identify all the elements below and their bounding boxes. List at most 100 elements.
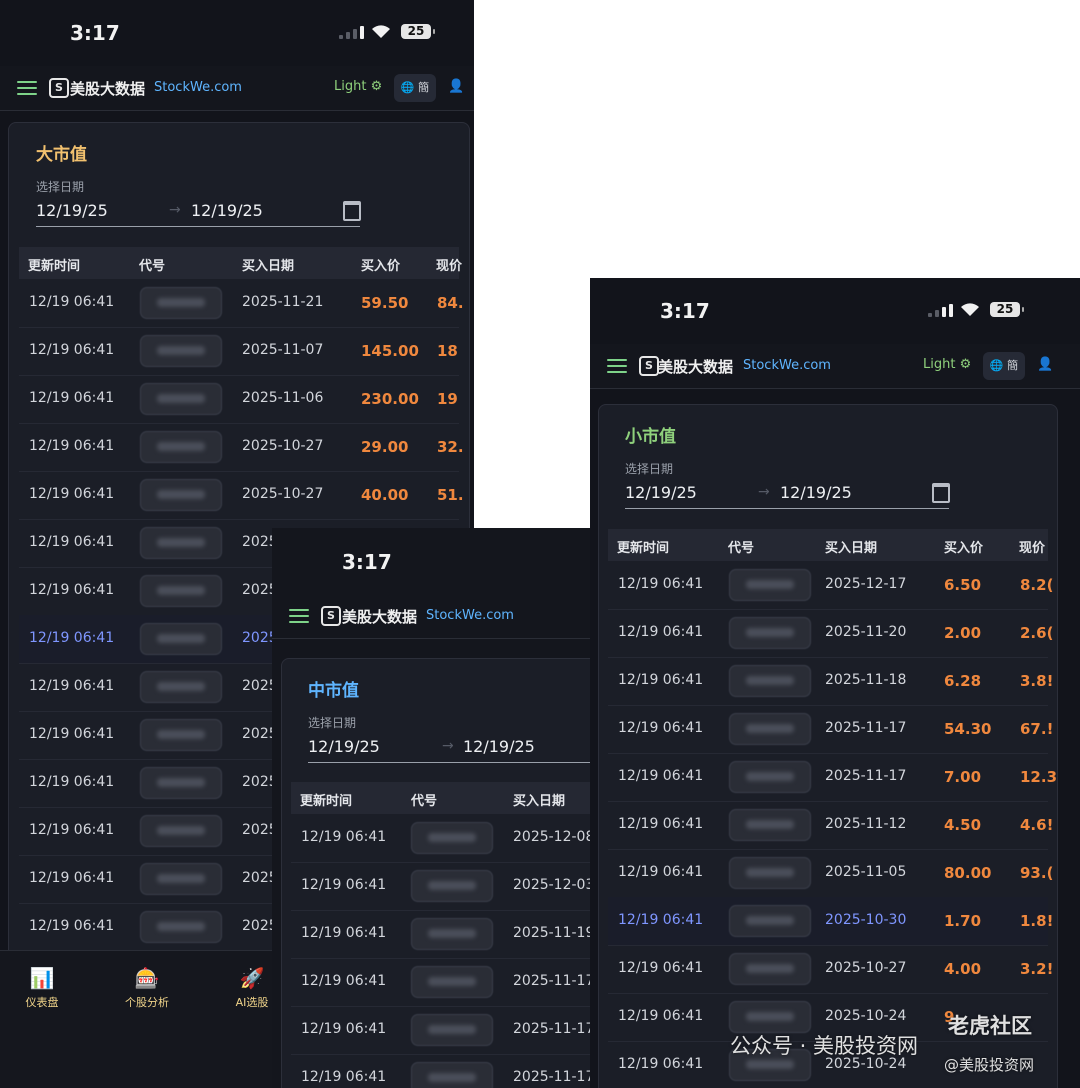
calendar-icon[interactable] bbox=[343, 201, 361, 221]
cell-code-blurred[interactable] bbox=[140, 287, 222, 319]
col-buy-date[interactable]: 买入日期 bbox=[513, 790, 565, 809]
date-from-input[interactable]: 12/19/25 bbox=[308, 737, 380, 756]
date-from-input[interactable]: 12/19/25 bbox=[36, 201, 108, 220]
cell-code-blurred[interactable] bbox=[140, 815, 222, 847]
cell-buy-date: 2025-11-18 bbox=[825, 672, 907, 688]
cell-code-blurred[interactable] bbox=[140, 719, 222, 751]
cell-code-blurred[interactable] bbox=[140, 911, 222, 943]
cell-code-blurred[interactable] bbox=[411, 1062, 493, 1088]
cell-code-blurred[interactable] bbox=[140, 863, 222, 895]
table-row[interactable]: 12/19 06:41 2025-10-30 1.70 1.8! bbox=[608, 897, 1053, 946]
brand-url[interactable]: StockWe.com bbox=[426, 608, 514, 623]
cell-code-blurred[interactable] bbox=[140, 767, 222, 799]
col-buy-price[interactable]: 买入价 bbox=[944, 537, 983, 556]
table-header: 更新时间 代号 买入日期 买入价 现价 bbox=[19, 247, 462, 279]
table-row[interactable]: 12/19 06:41 2025-11-05 80.00 93.( bbox=[608, 849, 1053, 898]
col-buy-date[interactable]: 买入日期 bbox=[825, 537, 877, 556]
tab-item[interactable]: 🎰 个股分析 bbox=[107, 966, 187, 1010]
cell-code-blurred[interactable] bbox=[411, 966, 493, 998]
col-update-time[interactable]: 更新时间 bbox=[617, 537, 669, 556]
date-to-input[interactable]: 12/19/25 bbox=[191, 201, 263, 220]
cell-code-blurred[interactable] bbox=[729, 953, 811, 985]
table-row[interactable]: 12/19 06:41 2025-11-12 4.50 4.6! bbox=[608, 801, 1053, 850]
menu-icon[interactable] bbox=[17, 81, 37, 95]
cell-update-time: 12/19 06:41 bbox=[618, 1056, 704, 1072]
user-icon[interactable]: 👤 bbox=[1037, 357, 1053, 372]
cell-code-blurred[interactable] bbox=[140, 431, 222, 463]
language-button[interactable]: 🌐 簡 bbox=[983, 352, 1025, 380]
cell-code-blurred[interactable] bbox=[411, 870, 493, 902]
table-row[interactable]: 12/19 06:41 2025-11-17 bbox=[291, 958, 590, 1007]
theme-toggle[interactable]: Light ⚙ bbox=[334, 79, 382, 94]
table-row[interactable]: 12/19 06:41 2025-11-17 bbox=[291, 1006, 590, 1055]
table-row[interactable]: 12/19 06:41 2025-11-20 2.00 2.6( bbox=[608, 609, 1053, 658]
language-button[interactable]: 🌐 簡 bbox=[394, 74, 436, 102]
col-buy-date[interactable]: 买入日期 bbox=[242, 255, 294, 274]
brand-url[interactable]: StockWe.com bbox=[154, 80, 242, 95]
table-row[interactable]: 12/19 06:41 2025-11-19 bbox=[291, 910, 590, 959]
date-from-input[interactable]: 12/19/25 bbox=[625, 483, 697, 502]
cell-code-blurred[interactable] bbox=[729, 1001, 811, 1033]
col-update-time[interactable]: 更新时间 bbox=[300, 790, 352, 809]
col-code[interactable]: 代号 bbox=[411, 790, 437, 809]
menu-icon[interactable] bbox=[607, 359, 627, 373]
table-row[interactable]: 12/19 06:41 2025-11-06 230.00 19 bbox=[19, 375, 459, 424]
cell-code-blurred[interactable] bbox=[729, 857, 811, 889]
brand-name[interactable]: 美股大数据 bbox=[342, 606, 417, 627]
calendar-icon[interactable] bbox=[932, 483, 950, 503]
cell-code-blurred[interactable] bbox=[411, 1014, 493, 1046]
cell-code-blurred[interactable] bbox=[411, 822, 493, 854]
cell-code-blurred[interactable] bbox=[140, 671, 222, 703]
cell-code-blurred[interactable] bbox=[729, 713, 811, 745]
table-row[interactable]: 12/19 06:41 2025-12-08 bbox=[291, 814, 590, 863]
table-row[interactable]: 12/19 06:41 2025-11-17 bbox=[291, 1054, 590, 1088]
watermark-account: 公众号 · 美股投资网 bbox=[730, 1034, 919, 1058]
date-to-input[interactable]: 12/19/25 bbox=[780, 483, 852, 502]
cell-code-blurred[interactable] bbox=[140, 383, 222, 415]
col-buy-price[interactable]: 买入价 bbox=[361, 255, 400, 274]
cell-code-blurred[interactable] bbox=[140, 335, 222, 367]
table-row[interactable]: 12/19 06:41 2025-12-03 bbox=[291, 862, 590, 911]
col-code[interactable]: 代号 bbox=[139, 255, 165, 274]
menu-icon[interactable] bbox=[289, 609, 309, 623]
user-icon[interactable]: 👤 bbox=[448, 79, 464, 94]
table-row[interactable]: 12/19 06:41 2025-10-27 4.00 3.2! bbox=[608, 945, 1053, 994]
cell-code-blurred[interactable] bbox=[140, 623, 222, 655]
tab-label: 仪表盘 bbox=[25, 996, 59, 1009]
table-row[interactable]: 12/19 06:41 2025-10-27 40.00 51. bbox=[19, 471, 464, 520]
cell-code-blurred[interactable] bbox=[140, 575, 222, 607]
cell-update-time: 12/19 06:41 bbox=[301, 1069, 387, 1085]
col-code[interactable]: 代号 bbox=[728, 537, 754, 556]
col-current-price[interactable]: 现价 bbox=[436, 255, 462, 274]
table-row[interactable]: 12/19 06:41 2025-12-17 6.50 8.2( bbox=[608, 561, 1053, 610]
table-row[interactable]: 12/19 06:41 2025-11-17 7.00 12.3 bbox=[608, 753, 1057, 802]
cell-current-price: 3.8! bbox=[1020, 672, 1054, 690]
cell-code-blurred[interactable] bbox=[729, 761, 811, 793]
date-to-input[interactable]: 12/19/25 bbox=[463, 737, 535, 756]
cell-buy-price: 59.50 bbox=[361, 294, 409, 312]
theme-toggle[interactable]: Light ⚙ bbox=[923, 357, 971, 372]
col-update-time[interactable]: 更新时间 bbox=[28, 255, 80, 274]
cell-code-blurred[interactable] bbox=[140, 479, 222, 511]
cell-code-blurred[interactable] bbox=[729, 665, 811, 697]
cell-code-blurred[interactable] bbox=[411, 918, 493, 950]
table-row[interactable]: 12/19 06:41 2025-10-27 29.00 32. bbox=[19, 423, 464, 472]
cell-code-blurred[interactable] bbox=[729, 569, 811, 601]
table-row[interactable]: 12/19 06:41 2025-11-18 6.28 3.8! bbox=[608, 657, 1053, 706]
cell-current-price: 12.3 bbox=[1020, 768, 1058, 786]
brand-name[interactable]: 美股大数据 bbox=[658, 356, 733, 377]
cell-code-blurred[interactable] bbox=[140, 527, 222, 559]
cell-code-blurred[interactable] bbox=[729, 809, 811, 841]
brand-name[interactable]: 美股大数据 bbox=[70, 78, 145, 99]
table-row[interactable]: 12/19 06:41 2025-11-17 54.30 67.! bbox=[608, 705, 1053, 754]
brand-url[interactable]: StockWe.com bbox=[743, 358, 831, 373]
table-row[interactable]: 12/19 06:41 2025-11-21 59.50 84. bbox=[19, 279, 464, 328]
card-title: 中市值 bbox=[308, 681, 359, 701]
cell-code-blurred[interactable] bbox=[729, 905, 811, 937]
cell-code-blurred[interactable] bbox=[729, 617, 811, 649]
cell-update-time: 12/19 06:41 bbox=[618, 1008, 704, 1024]
col-current-price[interactable]: 现价 bbox=[1019, 537, 1045, 556]
table-row[interactable]: 12/19 06:41 2025-11-07 145.00 18 bbox=[19, 327, 459, 376]
tab-item[interactable]: 📊 仪表盘 bbox=[2, 966, 82, 1010]
cell-update-time: 12/19 06:41 bbox=[301, 973, 387, 989]
